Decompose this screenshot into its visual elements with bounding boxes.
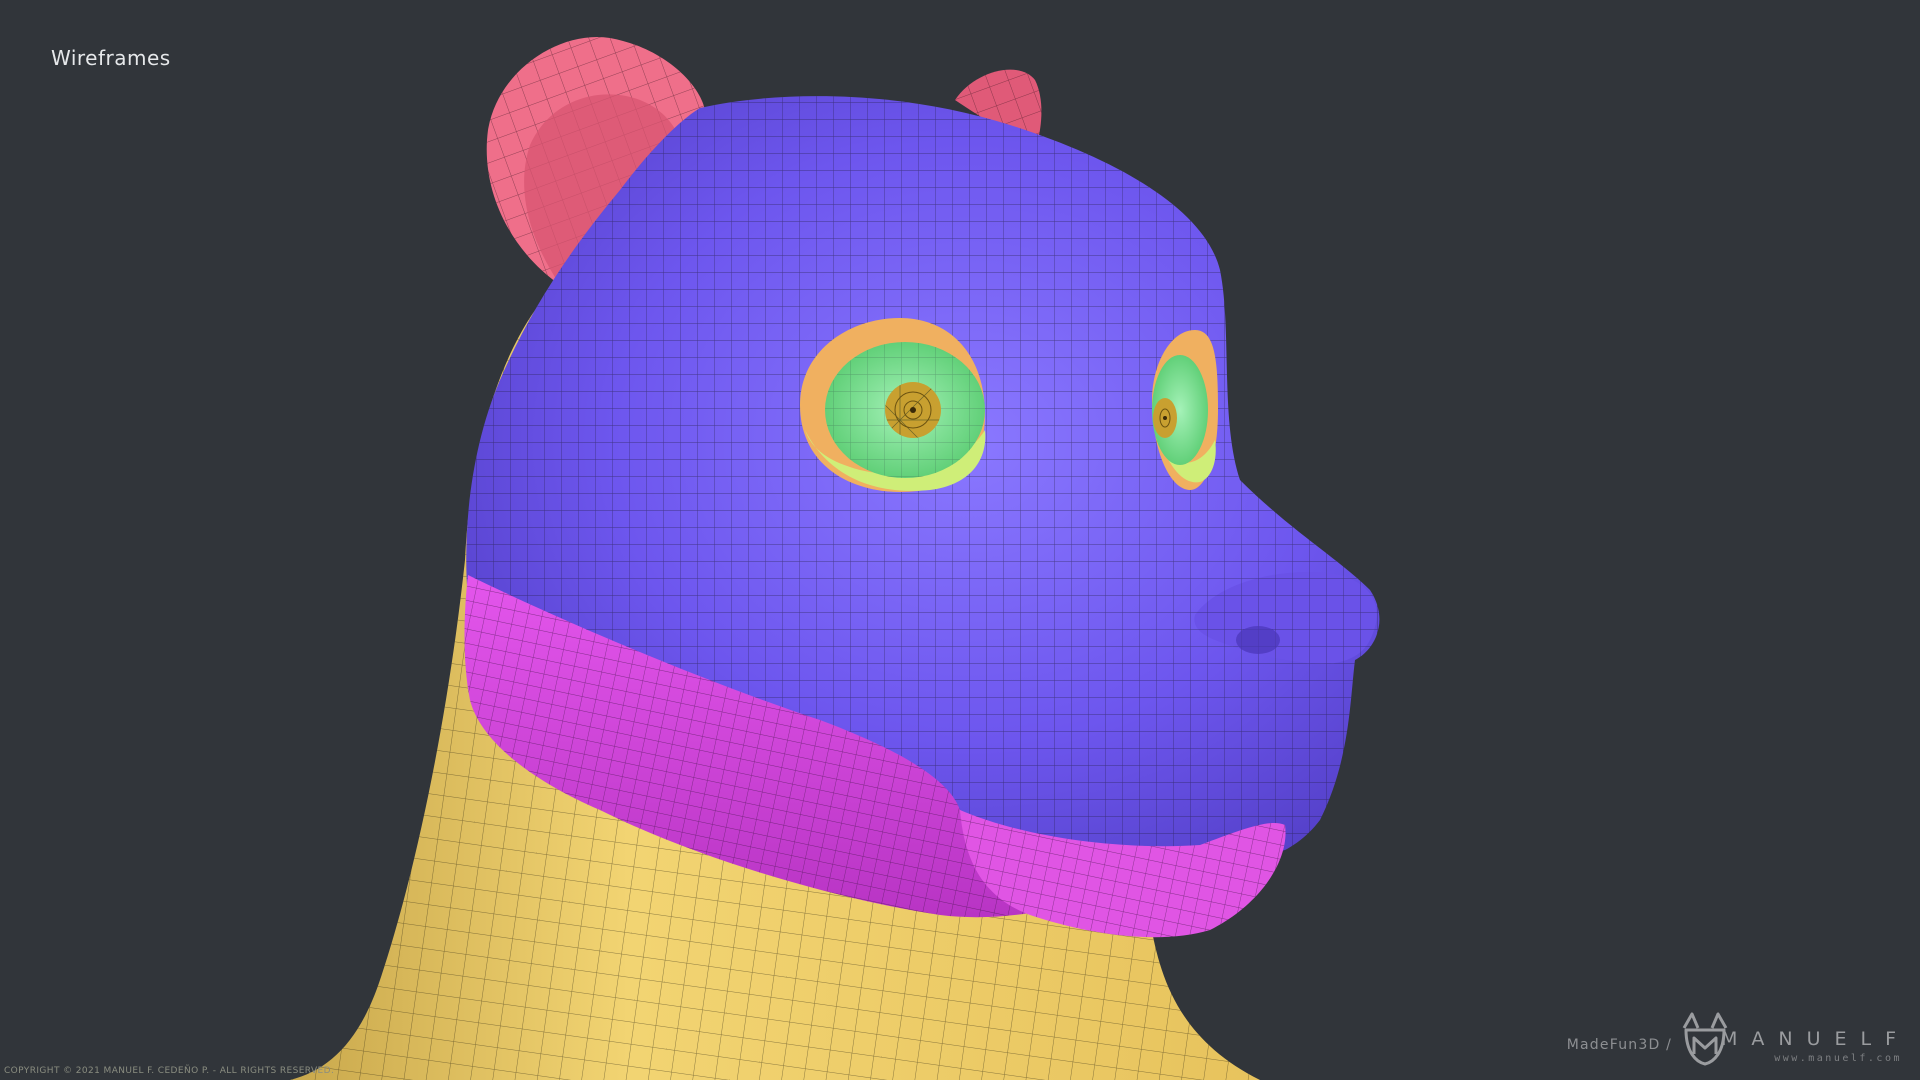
brand-name: MANUELF [1720,1028,1910,1050]
viewport: Wireframes COPYRIGHT © 2021 MANUEL F. CE… [0,0,1920,1080]
page-title: Wireframes [51,46,171,70]
studio-label: MadeFun3D / [1566,1037,1672,1053]
eye-left [800,318,986,492]
brand-watermark: MadeFun3D / MANUELF www.manuelf.com [1530,1010,1910,1070]
brand-url: www.manuelf.com [1774,1053,1902,1064]
wireframe-render [290,36,1380,1080]
copyright-text: COPYRIGHT © 2021 MANUEL F. CEDEÑO P. - A… [4,1066,335,1076]
